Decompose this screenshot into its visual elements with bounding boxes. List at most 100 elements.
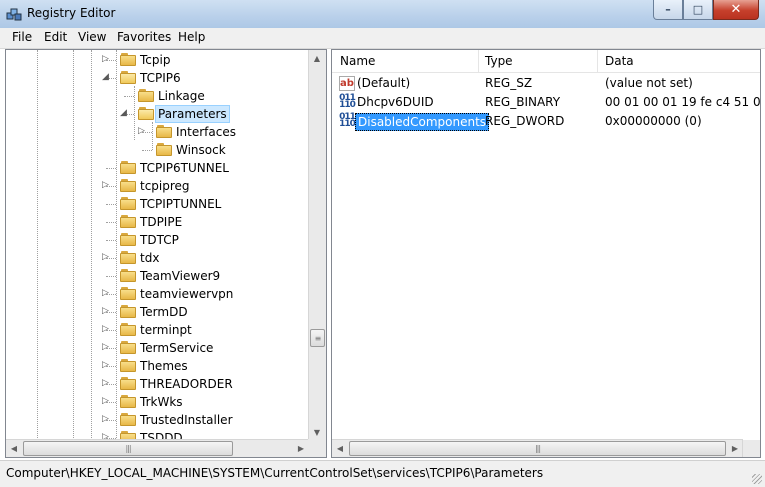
column-name[interactable]: Name — [340, 54, 375, 68]
folder-icon — [120, 287, 136, 300]
tree-item-label[interactable]: TermService — [140, 339, 213, 357]
expand-arrow-icon[interactable]: ▷ — [101, 55, 110, 64]
tree-item-label[interactable]: Interfaces — [176, 123, 236, 141]
tree-item-label[interactable]: TCPIP6TUNNEL — [140, 159, 229, 177]
folder-icon — [120, 269, 136, 282]
tree-vertical-scrollbar[interactable]: ▲ ≡ ▼ — [308, 50, 326, 440]
menu-edit[interactable]: Edit — [44, 30, 67, 44]
tree-horizontal-scroll-thumb[interactable]: ||| — [23, 441, 233, 456]
value-row[interactable]: ab (Default) REG_SZ (value not set) — [332, 74, 760, 93]
tree-item[interactable]: ▷ teamviewervpn — [6, 285, 306, 303]
tree-item[interactable]: TCPIPTUNNEL — [6, 195, 306, 213]
tree-item-label-selected[interactable]: Parameters — [155, 105, 230, 123]
tree-item[interactable]: ▷ tdx — [6, 249, 306, 267]
tree-item[interactable]: ▷ TermDD — [6, 303, 306, 321]
menu-view[interactable]: View — [78, 30, 106, 44]
minimize-button[interactable]: – — [653, 0, 683, 20]
tree-item[interactable]: ▷ TrkWks — [6, 393, 306, 411]
expand-arrow-icon[interactable]: ▷ — [101, 415, 110, 424]
tree-item-label[interactable]: teamviewervpn — [140, 285, 233, 303]
value-row[interactable]: 011 110 DisabledComponents REG_DWORD 0x00000… — [332, 112, 760, 131]
menu-favorites[interactable]: Favorites — [117, 30, 171, 44]
tree-vertical-scroll-thumb[interactable]: ≡ — [310, 329, 325, 347]
values-list-pane[interactable]: Name Type Data ab (Default) REG_SZ (value n… — [331, 49, 761, 458]
arrow-up-icon: ▲ — [313, 53, 321, 63]
tree-item[interactable]: TDPIPE — [6, 213, 306, 231]
tree-item[interactable]: ◢ Parameters — [6, 105, 306, 123]
resize-grip-icon[interactable] — [752, 474, 762, 484]
tree-item[interactable]: TDTCP — [6, 231, 306, 249]
tree-item-label[interactable]: terminpt — [140, 321, 192, 339]
expand-arrow-icon[interactable]: ▷ — [101, 307, 110, 316]
column-type[interactable]: Type — [485, 54, 513, 68]
tree-item[interactable]: ▷ Tcpip — [6, 51, 306, 69]
binary-value-icon: 011 110 — [339, 93, 356, 110]
tree-item-label[interactable]: Winsock — [176, 141, 226, 159]
tree-connector-line — [106, 222, 116, 223]
expand-arrow-icon[interactable]: ▷ — [101, 181, 110, 190]
title-bar[interactable]: Registry Editor – □ ✕ — [0, 0, 765, 28]
tree-item[interactable]: TCPIP6TUNNEL — [6, 159, 306, 177]
expand-arrow-icon[interactable]: ▷ — [137, 127, 146, 136]
tree-item-label[interactable]: tcpipreg — [140, 177, 190, 195]
folder-icon — [120, 377, 136, 390]
value-name[interactable]: Dhcpv6DUID — [357, 93, 434, 112]
menu-file[interactable]: File — [12, 30, 32, 44]
scroll-right-button[interactable]: ▶ — [293, 440, 309, 456]
tree-horizontal-scrollbar[interactable]: ◀ ||| ▶ — [6, 439, 309, 457]
expand-arrow-icon[interactable]: ▷ — [101, 379, 110, 388]
tree-item-label[interactable]: Tcpip — [140, 51, 170, 69]
tree-item-label[interactable]: TrustedInstaller — [140, 411, 233, 429]
tree-item-label[interactable]: TCPIPTUNNEL — [140, 195, 221, 213]
collapse-arrow-icon[interactable]: ◢ — [119, 109, 128, 118]
tree-item[interactable]: TeamViewer9 — [6, 267, 306, 285]
tree-item-label[interactable]: TDTCP — [140, 231, 179, 249]
scroll-left-button[interactable]: ◀ — [332, 440, 348, 456]
tree-item-label[interactable]: TeamViewer9 — [140, 267, 220, 285]
column-divider[interactable] — [597, 50, 598, 72]
value-name[interactable]: (Default) — [357, 74, 410, 93]
registry-tree-pane[interactable]: ▷ Tcpip ◢ TCPIP6 Linkage ◢ Parameters ▷ Interfac… — [5, 49, 327, 458]
maximize-button[interactable]: □ — [683, 0, 713, 20]
tree-item-label[interactable]: Linkage — [158, 87, 205, 105]
menu-help[interactable]: Help — [178, 30, 205, 44]
tree-item[interactable]: Linkage — [6, 87, 306, 105]
tree-item[interactable]: Winsock — [6, 141, 306, 159]
arrow-left-icon: ◀ — [10, 443, 18, 453]
expand-arrow-icon[interactable]: ▷ — [101, 397, 110, 406]
collapse-arrow-icon[interactable]: ◢ — [101, 73, 110, 82]
list-horizontal-scrollbar[interactable]: ◀ ||| ▶ — [332, 439, 743, 457]
tree-item-label[interactable]: THREADORDER — [140, 375, 233, 393]
scroll-down-button[interactable]: ▼ — [309, 424, 325, 440]
tree-item[interactable]: ▷ Themes — [6, 357, 306, 375]
expand-arrow-icon[interactable]: ▷ — [101, 361, 110, 370]
column-divider[interactable] — [478, 50, 479, 72]
value-row[interactable]: 011 110 Dhcpv6DUID REG_BINARY 00 01 00 01 19… — [332, 93, 760, 112]
expand-arrow-icon[interactable]: ▷ — [101, 325, 110, 334]
tree-item-label[interactable]: TrkWks — [140, 393, 183, 411]
value-name[interactable]: DisabledComponents — [355, 113, 490, 131]
scroll-right-button[interactable]: ▶ — [727, 440, 743, 456]
column-data[interactable]: Data — [605, 54, 634, 68]
value-data: 00 01 00 01 19 fe c4 51 00 90 f... — [605, 95, 761, 109]
scroll-up-button[interactable]: ▲ — [309, 50, 325, 66]
tree-connector-line — [106, 276, 116, 277]
scroll-left-button[interactable]: ◀ — [6, 440, 22, 456]
expand-arrow-icon[interactable]: ▷ — [101, 253, 110, 262]
tree-item[interactable]: ▷ TrustedInstaller — [6, 411, 306, 429]
expand-arrow-icon[interactable]: ▷ — [101, 343, 110, 352]
tree-item[interactable]: ▷ terminpt — [6, 321, 306, 339]
tree-item-label[interactable]: TDPIPE — [140, 213, 182, 231]
tree-item[interactable]: ▷ Interfaces — [6, 123, 306, 141]
tree-item-label[interactable]: Themes — [140, 357, 188, 375]
tree-item[interactable]: ▷ THREADORDER — [6, 375, 306, 393]
tree-item-label[interactable]: tdx — [140, 249, 159, 267]
tree-item[interactable]: ▷ tcpipreg — [6, 177, 306, 195]
tree-item-label[interactable]: TCPIP6 — [140, 69, 181, 87]
expand-arrow-icon[interactable]: ▷ — [101, 289, 110, 298]
tree-item-label[interactable]: TermDD — [140, 303, 188, 321]
close-button[interactable]: ✕ — [713, 0, 759, 20]
tree-item[interactable]: ◢ TCPIP6 — [6, 69, 306, 87]
list-horizontal-scroll-thumb[interactable]: ||| — [349, 441, 726, 456]
tree-item[interactable]: ▷ TermService — [6, 339, 306, 357]
